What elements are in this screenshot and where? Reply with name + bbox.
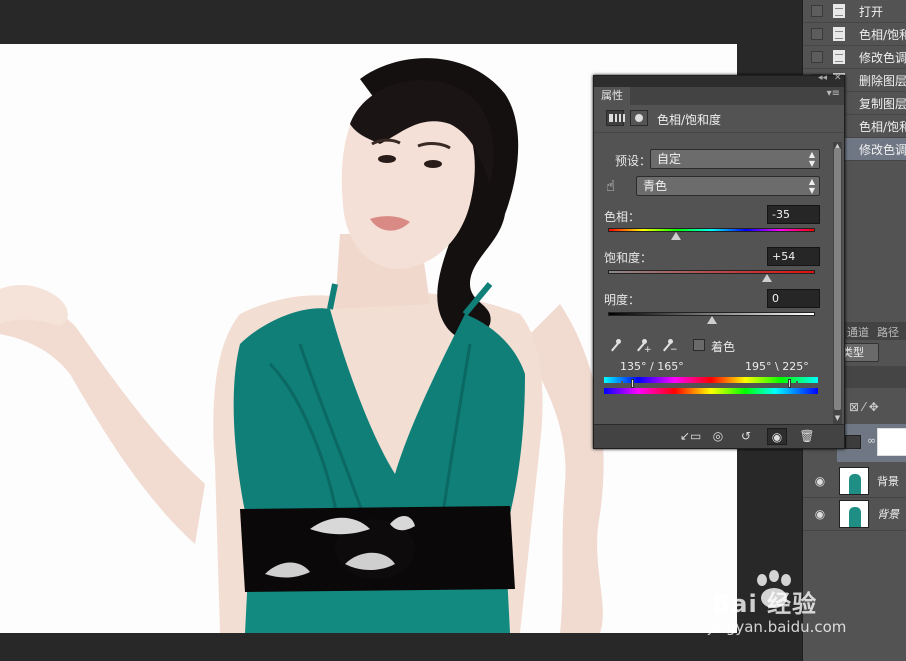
- lightness-label: 明度：: [604, 293, 641, 307]
- layer-mask-thumbnail[interactable]: [877, 428, 906, 456]
- history-item-label: 复制图层: [859, 96, 906, 111]
- range-handle-left[interactable]: [631, 379, 634, 388]
- eye-icon[interactable]: ◉: [811, 507, 829, 521]
- watermark-url: jingyan.baidu.com: [708, 618, 847, 636]
- history-item-label: 修改色调: [859, 142, 906, 157]
- layer-thumbnail: [839, 467, 869, 495]
- document-icon: [833, 50, 845, 64]
- preset-select[interactable]: 自定 ▲ ▼: [650, 149, 820, 169]
- history-item-label: 打开: [859, 4, 884, 19]
- layer-row[interactable]: ◉ 背景: [803, 465, 906, 498]
- history-checkbox[interactable]: [811, 5, 823, 17]
- color-spectrum-bottom: [604, 388, 818, 394]
- scrollbar-thumb[interactable]: [834, 148, 841, 410]
- saturation-label: 饱和度：: [604, 251, 653, 265]
- hue-saturation-icon[interactable]: [606, 110, 625, 126]
- channel-select[interactable]: 青色 ▲ ▼: [636, 176, 820, 196]
- document-icon: [833, 4, 845, 18]
- colorize-checkbox[interactable]: [693, 339, 705, 351]
- tab-channels[interactable]: 通道: [843, 322, 873, 340]
- channel-value: 青色: [643, 179, 668, 193]
- preset-value: 自定: [657, 152, 682, 166]
- visibility-eye-icon[interactable]: ◉: [767, 428, 787, 445]
- history-item-label: 色相/饱和: [859, 119, 906, 134]
- eyedropper-add-icon[interactable]: +: [634, 338, 652, 355]
- history-checkbox[interactable]: [811, 51, 823, 63]
- history-item-label: 色相/饱和: [859, 27, 906, 42]
- panel-menu-icon[interactable]: ▾≡: [827, 88, 840, 99]
- hue-slider[interactable]: [608, 228, 815, 232]
- panel-title-bar[interactable]: ◂◂ ✕: [594, 73, 844, 87]
- colorize-label: 着色: [711, 340, 736, 354]
- view-previous-icon[interactable]: ◎: [708, 428, 728, 445]
- properties-panel: ◂◂ ✕ 属性 ▾≡ 色相/饱和度 预设： 自定 ▲ ▼ ☝ 青色 ▲ ▼ 色相： …: [593, 73, 845, 449]
- saturation-slider-handle[interactable]: [762, 274, 773, 282]
- range-left-readout: 135° / 165°: [620, 360, 684, 373]
- tab-properties[interactable]: 属性: [594, 87, 630, 105]
- hue-label: 色相：: [604, 210, 641, 224]
- lock-icons[interactable]: ⊠ ⁄ ✥: [849, 400, 879, 414]
- history-item-label: 修改色调: [859, 50, 906, 65]
- watermark-brand: Bai 经验: [712, 590, 818, 618]
- mask-icon[interactable]: [630, 110, 648, 126]
- close-icon[interactable]: ✕: [834, 73, 842, 83]
- history-checkbox[interactable]: [811, 28, 823, 40]
- panel-footer: ↙▭ ◎ ↺ ◉ 🗑: [594, 424, 844, 448]
- color-range-band[interactable]: [621, 381, 798, 388]
- hue-saturation-layer-icon: [845, 435, 861, 449]
- preset-label: 预设：: [615, 154, 652, 168]
- history-item-label: 删除图层: [859, 73, 906, 88]
- range-handle-right[interactable]: [788, 379, 791, 388]
- scroll-down-icon[interactable]: ▼: [833, 414, 842, 422]
- reset-icon[interactable]: ↺: [736, 428, 756, 445]
- target-adjustment-hand-icon[interactable]: ☝: [606, 177, 615, 195]
- range-right-readout: 195° \ 225°: [745, 360, 809, 373]
- clip-to-layer-icon[interactable]: ↙▭: [680, 428, 701, 445]
- tab-paths[interactable]: 路径: [873, 322, 903, 340]
- hue-input[interactable]: -35: [767, 205, 820, 224]
- history-item[interactable]: 打开: [803, 0, 906, 23]
- layer-name: 背景: [877, 475, 899, 488]
- link-icon: ∞: [867, 434, 877, 447]
- layer-name: 背景: [877, 508, 899, 521]
- panel-scrollbar[interactable]: ▲ ▼: [833, 142, 842, 424]
- updown-arrow-icon: ▲ ▼: [808, 177, 815, 195]
- adjustment-title: 色相/饱和度: [657, 113, 722, 127]
- hue-slider-handle[interactable]: [671, 232, 682, 240]
- history-item[interactable]: 修改色调: [803, 46, 906, 69]
- updown-arrow-icon: ▲ ▼: [808, 150, 815, 168]
- panel-tab-bar: 属性 ▾≡: [594, 87, 844, 105]
- lightness-input[interactable]: 0: [767, 289, 820, 308]
- layer-thumbnail: [839, 500, 869, 528]
- lightness-slider-handle[interactable]: [706, 316, 717, 324]
- adjustment-layer-row[interactable]: ∞: [837, 424, 906, 462]
- trash-icon[interactable]: 🗑: [797, 428, 817, 445]
- saturation-slider[interactable]: [608, 270, 815, 274]
- history-item[interactable]: 色相/饱和: [803, 23, 906, 46]
- eye-icon[interactable]: ◉: [811, 474, 829, 488]
- layer-row[interactable]: ◉ 背景: [803, 498, 906, 531]
- eyedropper-subtract-icon[interactable]: −: [660, 338, 678, 355]
- saturation-input[interactable]: +54: [767, 247, 820, 266]
- eyedropper-icon[interactable]: [608, 338, 622, 354]
- collapse-icon[interactable]: ◂◂: [818, 73, 827, 83]
- adjustment-header: 色相/饱和度: [594, 105, 844, 133]
- document-icon: [833, 27, 845, 41]
